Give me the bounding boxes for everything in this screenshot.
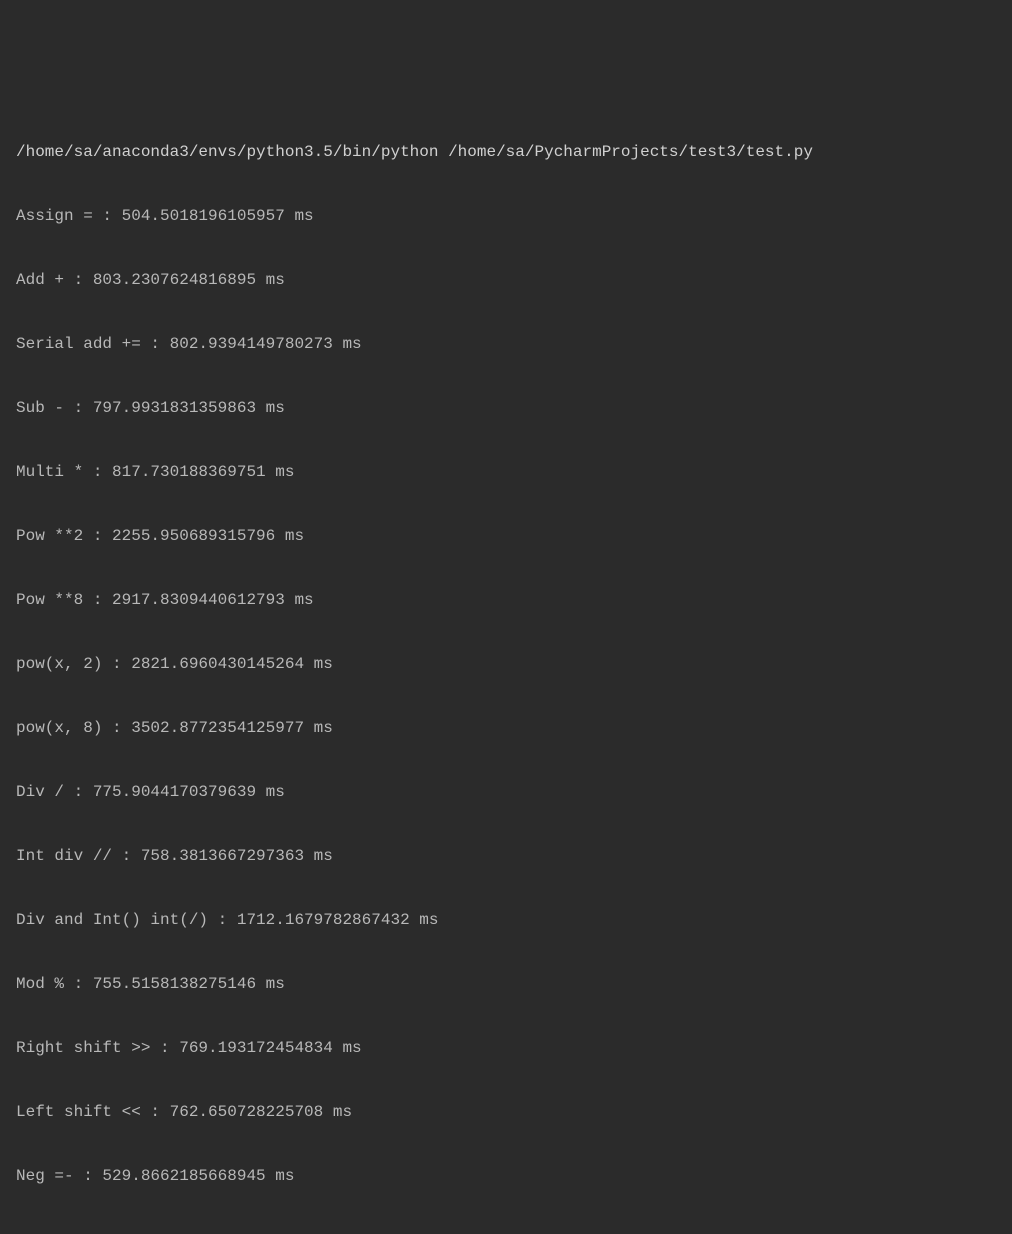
- output-line: Left shift << : 762.650728225708 ms: [16, 1096, 996, 1128]
- output-line: pow(x, 8) : 3502.8772354125977 ms: [16, 712, 996, 744]
- output-line: Mod % : 755.5158138275146 ms: [16, 968, 996, 1000]
- output-line: Pow **8 : 2917.8309440612793 ms: [16, 584, 996, 616]
- output-line: pow(x, 2) : 2821.6960430145264 ms: [16, 648, 996, 680]
- output-line: Serial add += : 802.9394149780273 ms: [16, 328, 996, 360]
- output-line: Multi * : 817.730188369751 ms: [16, 456, 996, 488]
- output-line: Sub - : 797.9931831359863 ms: [16, 392, 996, 424]
- output-line: Add + : 803.2307624816895 ms: [16, 264, 996, 296]
- output-line: Div and Int() int(/) : 1712.167978286743…: [16, 904, 996, 936]
- command-line: /home/sa/anaconda3/envs/python3.5/bin/py…: [16, 136, 996, 168]
- output-line: Right shift >> : 769.193172454834 ms: [16, 1032, 996, 1064]
- blank-line: [16, 1224, 996, 1234]
- output-line: Neg =- : 529.8662185668945 ms: [16, 1160, 996, 1192]
- output-line: Div / : 775.9044170379639 ms: [16, 776, 996, 808]
- output-line: Int div // : 758.3813667297363 ms: [16, 840, 996, 872]
- output-line: Assign = : 504.5018196105957 ms: [16, 200, 996, 232]
- output-line: Pow **2 : 2255.950689315796 ms: [16, 520, 996, 552]
